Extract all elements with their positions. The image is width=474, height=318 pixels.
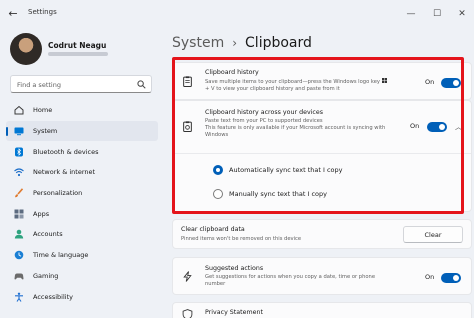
clipboard-history-toggle[interactable] <box>441 78 461 88</box>
suggested-actions-desc: Get suggestions for actions when you cop… <box>205 274 376 287</box>
sidebar-item-label: Home <box>33 106 53 115</box>
clipboard-sync-title: Clipboard history across your devices <box>205 109 324 116</box>
clipboard-sync-card: Clipboard history across your devices Pa… <box>172 100 472 212</box>
suggested-actions-card: Suggested actions Get suggestions for ac… <box>172 257 472 295</box>
radio-manual-sync[interactable] <box>213 189 223 199</box>
clear-button[interactable]: Clear <box>403 226 463 243</box>
user-name: Codrut Neagu <box>48 41 107 50</box>
sidebar-item-gaming[interactable]: Gaming <box>6 266 158 287</box>
sidebar-item-label: Network & internet <box>33 168 96 177</box>
avatar[interactable] <box>10 33 42 65</box>
sidebar: Codrut Neagu Home System Bl <box>0 28 162 318</box>
system-icon <box>14 127 24 136</box>
sidebar-item-system[interactable]: System <box>6 120 158 142</box>
suggested-actions-title: Suggested actions <box>205 265 264 272</box>
close-button[interactable]: ✕ <box>453 5 471 23</box>
divider <box>173 153 471 154</box>
privacy-statement-card[interactable]: Privacy Statement <box>172 302 472 318</box>
clipboard-history-desc: Save multiple items to your clipboard—pr… <box>205 78 405 93</box>
sidebar-item-time-language[interactable]: Time & language <box>6 245 158 266</box>
radio-auto-sync-label[interactable]: Automatically sync text that I copy <box>229 166 343 174</box>
sidebar-item-personalization[interactable]: Personalization <box>6 183 158 204</box>
window-title: Settings <box>28 8 57 16</box>
sidebar-item-label: Apps <box>33 209 50 218</box>
search-icon[interactable] <box>137 80 146 89</box>
sidebar-item-apps[interactable]: Apps <box>6 203 158 224</box>
clear-clipboard-card: Clear clipboard data Pinned items won't … <box>172 219 472 249</box>
breadcrumb-separator: › <box>232 36 238 50</box>
search-box[interactable] <box>10 75 152 93</box>
clipboard-sync-desc: Paste text from your PC to supported dev… <box>205 118 386 138</box>
bluetooth-icon <box>15 147 23 157</box>
clipboard-sync-icon <box>183 121 192 132</box>
toggle-state-label: On <box>410 122 420 130</box>
sidebar-item-label: Bluetooth & devices <box>33 147 99 156</box>
clear-clipboard-title: Clear clipboard data <box>181 226 245 233</box>
accounts-icon <box>14 230 24 239</box>
suggested-actions-toggle[interactable] <box>441 273 461 283</box>
toggle-state-label: On <box>425 78 435 86</box>
lightning-icon <box>183 271 192 282</box>
sidebar-item-bluetooth[interactable]: Bluetooth & devices <box>6 141 158 162</box>
windows-logo-icon <box>382 78 387 83</box>
radio-auto-sync[interactable] <box>213 165 223 175</box>
sidebar-item-label: Accessibility <box>33 292 73 301</box>
sidebar-item-network[interactable]: Network & internet <box>6 162 158 183</box>
maximize-button[interactable]: ☐ <box>428 5 446 23</box>
sidebar-item-label: Accounts <box>33 230 63 239</box>
breadcrumb-system[interactable]: System <box>172 35 224 51</box>
wifi-icon <box>14 168 24 177</box>
search-input[interactable] <box>17 79 133 90</box>
title-bar: ← Settings — ☐ ✕ <box>0 0 474 28</box>
clipboard-icon <box>183 76 192 87</box>
time-language-icon <box>14 250 24 260</box>
sidebar-item-accessibility[interactable]: Accessibility <box>6 286 158 307</box>
clipboard-sync-toggle[interactable] <box>427 122 447 132</box>
gaming-icon <box>14 273 24 280</box>
clipboard-history-title: Clipboard history <box>205 69 259 76</box>
page-title: Clipboard <box>245 35 312 51</box>
brush-icon <box>15 188 24 198</box>
home-icon <box>14 106 24 115</box>
minimize-button[interactable]: — <box>402 5 420 23</box>
nav-list: Home System Bluetooth & devices Network … <box>6 100 158 307</box>
breadcrumb: System › Clipboard <box>172 33 312 53</box>
clear-clipboard-desc: Pinned items won't be removed on this de… <box>181 236 302 242</box>
chevron-up-icon[interactable]: ︿ <box>455 122 462 132</box>
privacy-statement-title[interactable]: Privacy Statement <box>205 309 263 316</box>
sidebar-item-label: Time & language <box>33 251 89 260</box>
back-button[interactable]: ← <box>4 5 22 23</box>
accessibility-icon <box>15 292 23 302</box>
sidebar-item-label: Gaming <box>33 271 59 280</box>
toggle-state-label: On <box>425 273 435 281</box>
radio-manual-sync-label[interactable]: Manually sync text that I copy <box>229 190 327 198</box>
clipboard-history-card: Clipboard history Save multiple items to… <box>172 62 472 100</box>
sidebar-item-label: System <box>33 127 58 136</box>
main-content: System › Clipboard Clipboard history Sav… <box>162 28 474 318</box>
apps-icon <box>14 209 24 219</box>
sidebar-item-accounts[interactable]: Accounts <box>6 224 158 245</box>
sidebar-item-home[interactable]: Home <box>6 100 158 121</box>
shield-icon <box>182 309 193 318</box>
user-email-redacted <box>48 52 108 56</box>
sidebar-item-label: Personalization <box>33 189 83 198</box>
